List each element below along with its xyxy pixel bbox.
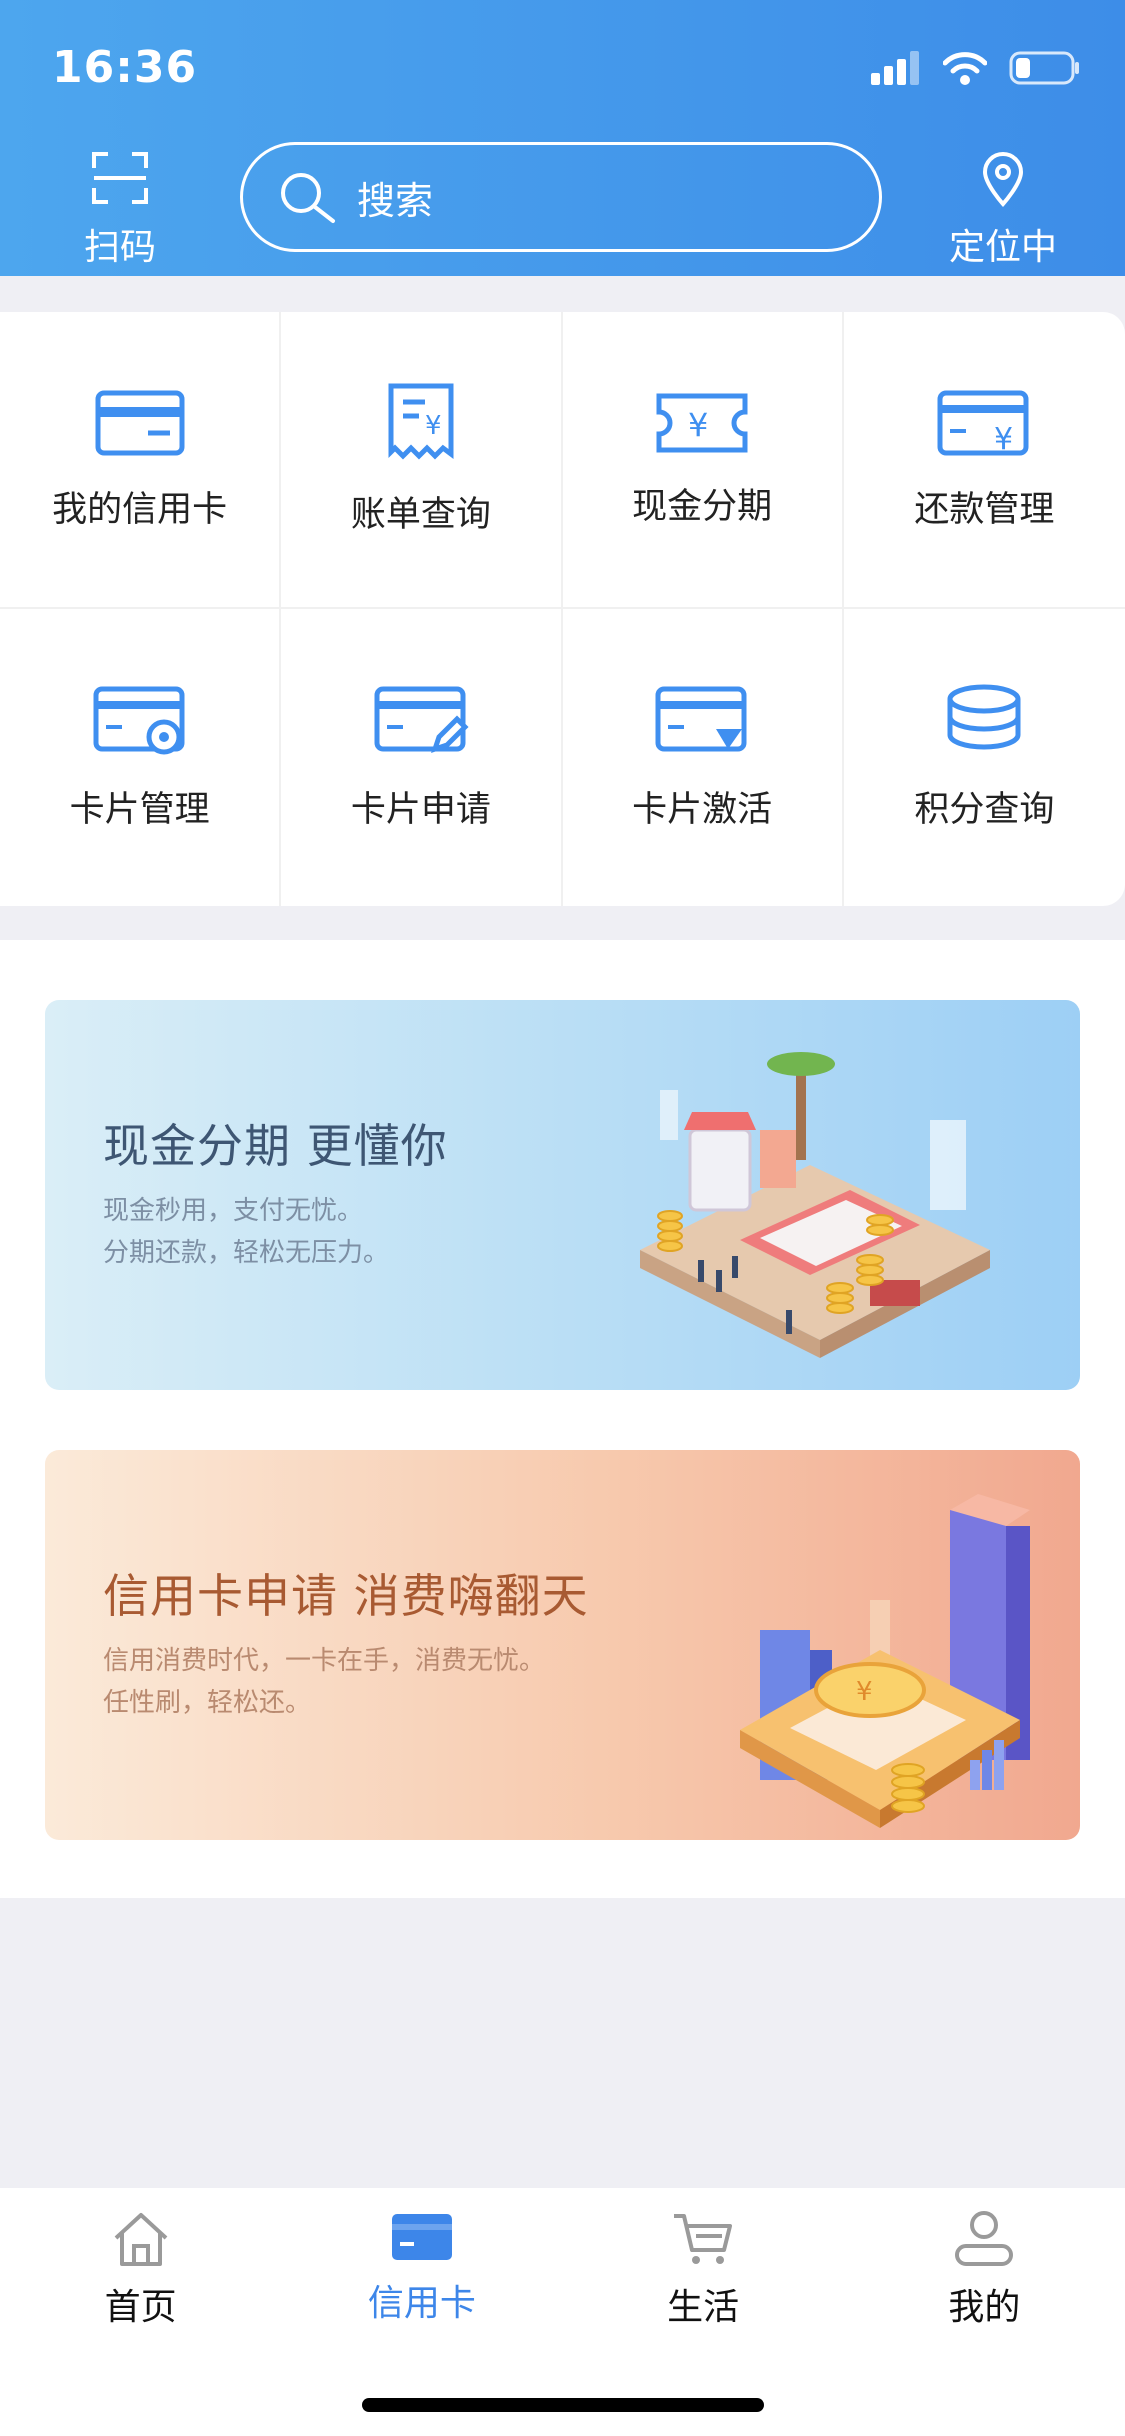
tab-home[interactable]: 首页: [0, 2188, 281, 2436]
grid-item-repayment[interactable]: ¥ 还款管理: [843, 312, 1125, 609]
grid-label: 积分查询: [914, 790, 1055, 830]
home-indicator: [362, 2398, 764, 2412]
tab-label: 信用卡: [367, 2283, 476, 2324]
search-placeholder: 搜索: [357, 178, 434, 223]
grid-item-points-query[interactable]: 积分查询: [844, 609, 1125, 906]
grid-label: 账单查询: [350, 495, 491, 535]
feature-grid: 我的信用卡 ¥ 账单查询 ¥ 现金分期 ¥ 还款管理 卡片管理 卡片申请 卡片激…: [0, 312, 1125, 906]
grid-label: 卡片申请: [350, 790, 491, 830]
banner-section: 现金分期 更懂你 现金秒用，支付无忧。 分期还款，轻松无压力。 信用卡申请 消费…: [0, 940, 1125, 1898]
credit-card-icon: [95, 390, 185, 456]
city-isometric-illustration: ¥: [740, 1494, 1030, 1828]
grid-label: 还款管理: [914, 490, 1055, 530]
card-settings-icon: [93, 686, 185, 755]
tab-label: 生活: [667, 2287, 740, 2328]
svg-text:¥: ¥: [994, 422, 1013, 457]
scan-label: 扫码: [83, 227, 156, 268]
banner-subtitle-line: 现金秒用，支付无忧。: [103, 1196, 364, 1226]
wifi-icon: [943, 52, 987, 85]
status-time: 16:36: [52, 42, 198, 93]
grid-item-card-application[interactable]: 卡片申请: [281, 609, 563, 906]
scan-icon: [92, 152, 148, 204]
location-pin-icon: [982, 152, 1024, 207]
shopping-isometric-illustration: [640, 1052, 990, 1358]
grid-label: 卡片激活: [632, 790, 773, 830]
grid-item-my-credit-card[interactable]: 我的信用卡: [0, 312, 282, 609]
battery-icon: [1009, 51, 1079, 85]
cellular-signal-icon: [871, 51, 919, 85]
tab-label: 我的: [948, 2287, 1021, 2328]
cash-ticket-icon: ¥: [656, 393, 748, 453]
bill-icon: ¥: [388, 383, 454, 460]
card-activate-icon: [655, 686, 747, 752]
grid-item-cash-installment[interactable]: ¥ 现金分期: [562, 312, 844, 609]
home-icon: [114, 2213, 167, 2266]
banner-card-application[interactable]: 信用卡申请 消费嗨翻天 信用消费时代，一卡在手，消费无忧。 任性刷，轻松还。 ¥: [45, 1450, 1080, 1840]
scan-button[interactable]: 扫码: [72, 150, 168, 270]
banner-subtitle-line: 分期还款，轻松无压力。: [103, 1238, 390, 1268]
grid-item-bill-query[interactable]: ¥ 账单查询: [281, 312, 563, 609]
user-icon: [955, 2211, 1014, 2266]
banner-subtitle: 现金秒用，支付无忧。 分期还款，轻松无压力。: [103, 1190, 389, 1274]
search-input[interactable]: 搜索: [240, 142, 882, 252]
header: 16:36 扫码 搜索 定位中: [0, 0, 1125, 276]
card-edit-icon: [374, 686, 469, 753]
cart-icon: [674, 2214, 733, 2264]
banner-subtitle-line: 任性刷，轻松还。: [103, 1688, 312, 1718]
search-icon: [281, 173, 335, 223]
banner-cash-installment[interactable]: 现金分期 更懂你 现金秒用，支付无忧。 分期还款，轻松无压力。: [45, 1000, 1080, 1390]
grid-label: 卡片管理: [69, 790, 210, 830]
grid-label: 我的信用卡: [52, 490, 228, 530]
banner-subtitle-line: 信用消费时代，一卡在手，消费无忧。: [103, 1646, 546, 1676]
grid-item-card-management[interactable]: 卡片管理: [0, 609, 282, 906]
banner-title: 现金分期 更懂你: [103, 1119, 448, 1173]
svg-text:¥: ¥: [856, 1677, 873, 1707]
svg-text:¥: ¥: [425, 411, 442, 441]
credit-card-icon: [391, 2214, 452, 2260]
status-icons: [871, 46, 1081, 90]
points-stack-icon: [947, 684, 1021, 750]
grid-label: 现金分期: [632, 487, 773, 527]
repay-card-icon: ¥: [937, 390, 1029, 457]
tab-mine[interactable]: 我的: [844, 2188, 1125, 2436]
banner-subtitle: 信用消费时代，一卡在手，消费无忧。 任性刷，轻松还。: [103, 1640, 545, 1724]
location-button[interactable]: 定位中: [923, 150, 1083, 270]
grid-item-card-activation[interactable]: 卡片激活: [563, 609, 844, 906]
banner-title: 信用卡申请 消费嗨翻天: [103, 1569, 589, 1623]
svg-text:¥: ¥: [688, 406, 708, 444]
location-label: 定位中: [948, 227, 1057, 268]
tab-label: 首页: [104, 2287, 177, 2328]
